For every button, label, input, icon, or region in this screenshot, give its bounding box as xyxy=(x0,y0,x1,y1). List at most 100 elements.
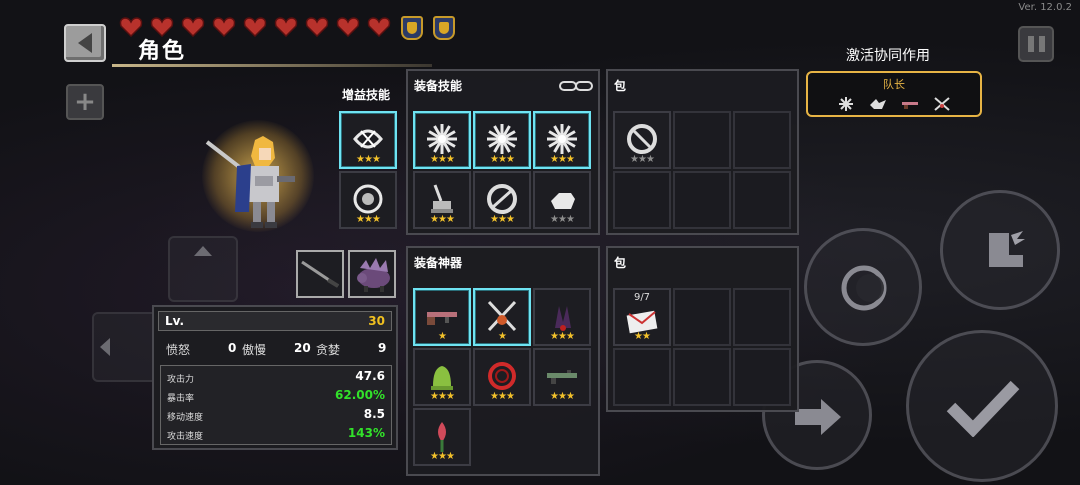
synergy-name: 队长 xyxy=(883,78,905,91)
artifact-slot[interactable]: ★ xyxy=(413,288,471,346)
bell-icon xyxy=(423,358,461,394)
empty-bag-slot[interactable] xyxy=(733,348,791,406)
burst-icon xyxy=(543,121,581,157)
star-rating: ★★★ xyxy=(430,451,455,462)
whirl-icon xyxy=(349,121,387,157)
equip-skill-slot[interactable]: ★★★ xyxy=(473,171,531,229)
empty-bag-slot[interactable] xyxy=(733,111,791,169)
red-ring-icon xyxy=(483,358,521,394)
dpad-left[interactable] xyxy=(92,312,158,382)
version-label: Ver. 12.0.2 xyxy=(1018,2,1072,13)
pause-icon-bar xyxy=(1038,36,1045,52)
equip-skills-title: 装备技能 xyxy=(414,79,463,93)
artifact-bag-slot[interactable]: 9/7 ★★ xyxy=(613,288,671,346)
greed-label: 贪婪 xyxy=(316,343,341,357)
heart-icon xyxy=(242,16,267,38)
equip-skill-slot[interactable]: ★★★ xyxy=(413,171,471,229)
weapon-slot[interactable] xyxy=(296,250,344,298)
empty-bag-slot[interactable] xyxy=(613,171,671,229)
buff-skill-slot[interactable]: ★★★ xyxy=(339,171,397,229)
artifact-slot[interactable]: ★★★ xyxy=(473,348,531,406)
burst-icon xyxy=(423,121,461,157)
equip-skill-slot[interactable]: ★★★ xyxy=(533,171,591,229)
checkmark-icon xyxy=(946,380,1020,437)
wrath-value: 0 xyxy=(228,341,237,355)
stat-value: 62.00% xyxy=(335,388,385,402)
artifact-slot[interactable]: ★★★ xyxy=(413,348,471,406)
star-rating: ★ xyxy=(438,331,447,342)
heart-icon xyxy=(211,16,236,38)
stat-value: 143% xyxy=(347,426,385,440)
equip-skill-slot[interactable]: ★★★ xyxy=(473,111,531,169)
artifact-slot[interactable]: ★★★ xyxy=(533,348,591,406)
pride-label: 傲慢 xyxy=(242,343,267,357)
equip-skill-slot[interactable]: ★★★ xyxy=(533,111,591,169)
empty-bag-slot[interactable] xyxy=(673,111,731,169)
stat-value: 47.6 xyxy=(355,369,385,383)
stats-panel: Lv. 30 愤怒 0 傲慢 20 贪婪 9 攻击力 47.6 暴击率 62.00% 移… xyxy=(152,305,398,450)
empty-bag-slot[interactable] xyxy=(673,171,731,229)
heart-icon xyxy=(335,16,360,38)
ring-icon xyxy=(483,181,521,217)
winged-boot-icon xyxy=(989,231,1025,267)
burst-icon xyxy=(483,121,521,157)
artifact-bag-title: 包 xyxy=(614,256,627,270)
stat-row: 攻击力 47.6 xyxy=(165,368,387,387)
buff-skill-slot[interactable]: ★★★ xyxy=(339,111,397,169)
star-rating: ★★★ xyxy=(550,214,575,225)
chevron-left-icon xyxy=(100,338,110,356)
stat-row: 暴击率 62.00% xyxy=(165,387,387,406)
pause-button[interactable] xyxy=(1018,26,1054,62)
boar-pet-icon xyxy=(357,258,390,292)
star-rating: ★★★ xyxy=(430,154,455,165)
greed-value: 9 xyxy=(378,341,387,355)
add-button[interactable]: + xyxy=(66,84,104,120)
orb-icon xyxy=(349,181,387,217)
artifact-slot[interactable]: ★ xyxy=(473,288,531,346)
rifle-icon xyxy=(423,298,461,334)
dash-button[interactable] xyxy=(940,190,1060,310)
page-title: 角色 xyxy=(138,39,187,64)
star-rating: ★★★ xyxy=(490,391,515,402)
flower-icon xyxy=(423,418,461,454)
empty-bag-slot[interactable] xyxy=(673,348,731,406)
level-value: 30 xyxy=(368,314,385,328)
empty-bag-slot[interactable] xyxy=(733,288,791,346)
sub-stats-box: 攻击力 47.6 暴击率 62.00% 移动速度 8.5 攻击速度 143% xyxy=(160,365,392,445)
heart-icon xyxy=(273,16,298,38)
skill-button[interactable] xyxy=(804,228,922,346)
star-rating: ★★★ xyxy=(490,154,515,165)
empty-bag-slot[interactable] xyxy=(733,171,791,229)
back-button[interactable] xyxy=(64,24,106,62)
confirm-button[interactable] xyxy=(906,330,1058,482)
plus-icon: + xyxy=(74,87,96,117)
empty-bag-slot[interactable] xyxy=(613,348,671,406)
level-label: Lv. xyxy=(165,314,185,328)
stat-row: 移动速度 8.5 xyxy=(165,406,387,425)
buff-skills-label: 增益技能 xyxy=(342,88,391,102)
star-rating: ★★★ xyxy=(550,154,575,165)
stat-value: 8.5 xyxy=(363,407,385,421)
pet-slot[interactable] xyxy=(348,250,396,298)
skill-bag-slot[interactable]: ★★★ xyxy=(613,111,671,169)
artifact-slot[interactable]: ★★★ xyxy=(413,408,471,466)
artifact-slot[interactable]: ★★★ xyxy=(533,288,591,346)
synergy-title: 激活协同作用 xyxy=(846,48,930,64)
gun-icon xyxy=(901,96,919,110)
wrath-label: 愤怒 xyxy=(166,343,191,357)
star-rating: ★★★ xyxy=(356,154,381,165)
empty-bag-slot[interactable] xyxy=(673,288,731,346)
heart-icon xyxy=(304,16,329,38)
sword-stand-icon xyxy=(423,181,461,217)
armor-shield-icon xyxy=(401,16,423,40)
link-icon[interactable] xyxy=(558,77,594,95)
equip-artifacts-title: 装备神器 xyxy=(414,256,463,270)
star-rating: ★★★ xyxy=(550,391,575,402)
star-rating: ★★★ xyxy=(490,214,515,225)
heart-icon xyxy=(366,16,391,38)
stat-label: 暴击率 xyxy=(167,394,195,404)
synergy-card[interactable]: 队长 xyxy=(806,71,982,117)
dpad-up[interactable] xyxy=(168,236,238,302)
equip-skill-slot[interactable]: ★★★ xyxy=(413,111,471,169)
stat-label: 移动速度 xyxy=(167,413,204,423)
